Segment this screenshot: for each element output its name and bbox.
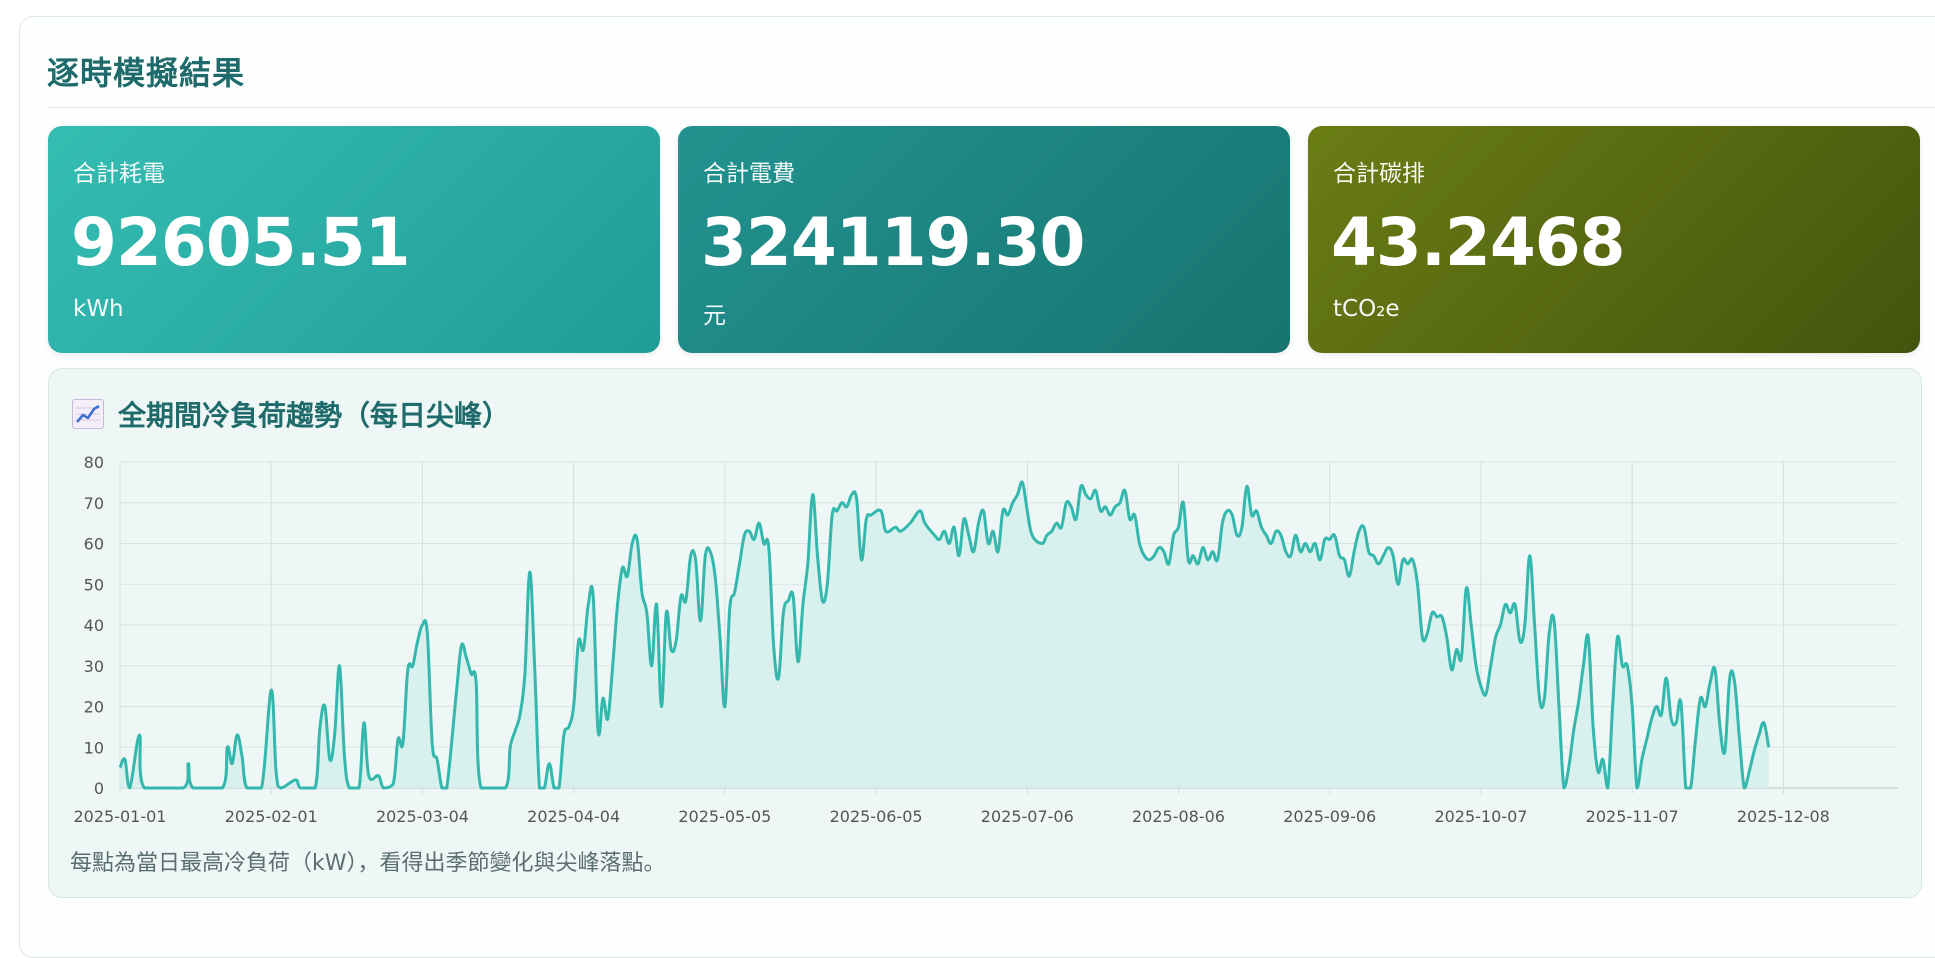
cooling-load-trend-chart: 01020304050607080 2025-01-01 2025-02-01 20… xyxy=(74,453,1898,826)
total-energy-unit: kWh xyxy=(73,296,124,322)
total-carbon-unit: tCO₂e xyxy=(1333,296,1400,322)
x-tick-label: 2025-03-04 xyxy=(376,807,469,826)
chart-title-text: 全期間冷負荷趨勢（每日尖峰） xyxy=(118,399,511,432)
total-cost-unit: 元 xyxy=(703,303,726,329)
total-energy-label: 合計耗電 xyxy=(73,161,165,187)
y-tick-label: 50 xyxy=(84,575,104,594)
y-tick-label: 80 xyxy=(84,453,104,472)
y-tick-label: 10 xyxy=(84,738,104,757)
y-tick-label: 20 xyxy=(84,698,104,717)
x-tick-label: 2025-07-06 xyxy=(981,807,1074,826)
chart-footnote: 每點為當日最高冷負荷（kW），看得出季節變化與尖峰落點。 xyxy=(70,851,666,876)
y-tick-label: 70 xyxy=(84,494,104,513)
total-energy-card: 合計耗電 92605.51 kWh xyxy=(48,126,660,353)
x-tick-label: 2025-12-08 xyxy=(1737,807,1830,826)
total-carbon-label: 合計碳排 xyxy=(1333,161,1425,187)
page-title: 逐時模擬結果 xyxy=(47,54,246,92)
x-tick-label: 2025-04-04 xyxy=(527,807,620,826)
x-tick-label: 2025-06-05 xyxy=(830,807,923,826)
y-tick-label: 30 xyxy=(84,657,104,676)
y-tick-label: 40 xyxy=(84,616,104,635)
total-carbon-card: 合計碳排 43.2468 tCO₂e xyxy=(1308,126,1920,353)
total-cost-value: 324119.30 xyxy=(701,204,1085,281)
total-energy-value: 92605.51 xyxy=(71,204,411,281)
x-tick-label: 2025-09-06 xyxy=(1283,807,1376,826)
y-tick-label: 0 xyxy=(94,779,104,798)
y-axis-ticks: 0 10 20 30 40 50 60 70 80 xyxy=(84,453,104,798)
x-tick-label: 2025-08-06 xyxy=(1132,807,1225,826)
y-tick-label: 60 xyxy=(84,535,104,554)
x-axis-ticks: 2025-01-01 2025-02-01 2025-03-04 2025-04-04… xyxy=(74,807,1830,826)
total-cost-label: 合計電費 xyxy=(703,161,795,187)
title-divider xyxy=(47,107,1935,108)
x-tick-label: 2025-11-07 xyxy=(1586,807,1679,826)
chart-increasing-icon xyxy=(72,399,104,429)
chart-title: 全期間冷負荷趨勢（每日尖峰） xyxy=(72,394,510,434)
x-tick-label: 2025-10-07 xyxy=(1434,807,1527,826)
total-carbon-value: 43.2468 xyxy=(1331,204,1626,281)
x-tick-label: 2025-05-05 xyxy=(678,807,771,826)
total-cost-card: 合計電費 324119.30 元 xyxy=(678,126,1290,353)
x-tick-label: 2025-01-01 xyxy=(74,807,167,826)
x-tick-label: 2025-02-01 xyxy=(225,807,318,826)
